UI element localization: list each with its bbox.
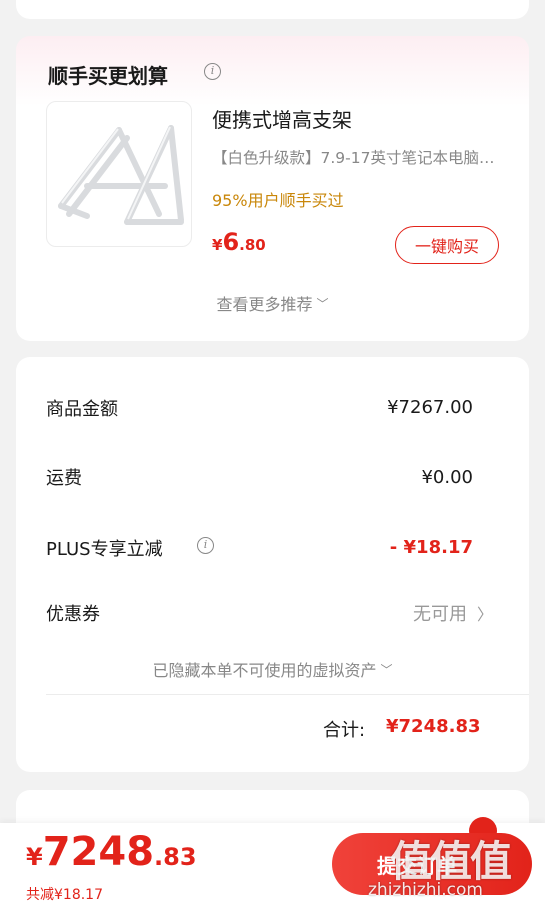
info-icon[interactable]: i bbox=[197, 537, 214, 554]
product-description: 【白色升级款】7.9-17英寸笔记本电脑支架 bbox=[212, 149, 508, 167]
chevron-right-icon: 〉 bbox=[476, 605, 493, 624]
price-integer: 6 bbox=[222, 228, 240, 256]
shipping-value: ¥0.00 bbox=[421, 467, 473, 488]
coupon-selector[interactable]: 无可用〉 bbox=[413, 600, 493, 626]
watermark: 值值值 zhizhizhi.com bbox=[368, 828, 540, 912]
hidden-assets-label: 已隐藏本单不可使用的虚拟资产 bbox=[152, 661, 377, 680]
plus-discount-value: - ¥18.17 bbox=[389, 537, 473, 558]
more-recommendations-label: 查看更多推荐 bbox=[216, 295, 313, 314]
hidden-assets-toggle[interactable]: 已隐藏本单不可使用的虚拟资产 ﹀ bbox=[16, 657, 529, 681]
info-icon[interactable]: i bbox=[204, 63, 221, 80]
more-recommendations-link[interactable]: 查看更多推荐 ﹀ bbox=[16, 291, 529, 315]
recommend-card: 顺手买更划算 i 便携式增高支架 【白色升级款】7.9-17英寸笔记本电脑支架 … bbox=[16, 36, 529, 341]
plus-discount-label: PLUS专享立减 bbox=[46, 539, 163, 560]
product-image[interactable] bbox=[46, 101, 192, 247]
final-price-decimal: .83 bbox=[154, 843, 197, 871]
coupon-label[interactable]: 优惠券 bbox=[46, 600, 100, 626]
product-price: ¥6.80 bbox=[212, 228, 266, 256]
watermark-url: zhizhizhi.com bbox=[368, 880, 483, 900]
previous-card bbox=[16, 0, 529, 19]
goods-amount-label: 商品金额 bbox=[46, 399, 118, 420]
shipping-label: 运费 bbox=[46, 468, 82, 489]
final-price: ¥7248.83 bbox=[26, 829, 197, 875]
one-click-buy-button[interactable]: 一键购买 bbox=[395, 226, 499, 264]
goods-amount-value: ¥7267.00 bbox=[387, 397, 473, 418]
chevron-down-icon: ﹀ bbox=[316, 297, 329, 311]
total-saved: 共减¥18.17 bbox=[26, 887, 103, 903]
laptop-stand-icon bbox=[58, 125, 184, 225]
final-price-integer: 7248 bbox=[42, 829, 155, 875]
divider bbox=[46, 694, 529, 695]
product-name[interactable]: 便携式增高支架 bbox=[212, 104, 352, 133]
price-decimal: .80 bbox=[239, 236, 266, 254]
chevron-down-icon: ﹀ bbox=[380, 663, 393, 677]
total-value: ¥7248.83 bbox=[386, 716, 481, 737]
final-price-currency: ¥ bbox=[26, 843, 43, 871]
total-label: 合计: bbox=[323, 720, 366, 741]
coupon-value: 无可用 bbox=[412, 604, 467, 625]
product-buyers-stat: 95%用户顺手买过 bbox=[212, 191, 344, 210]
recommend-title: 顺手买更划算 bbox=[48, 64, 168, 88]
order-summary-card: 商品金额 ¥7267.00 运费 ¥0.00 PLUS专享立减 i - ¥18.… bbox=[16, 357, 529, 772]
price-currency: ¥ bbox=[212, 236, 223, 254]
